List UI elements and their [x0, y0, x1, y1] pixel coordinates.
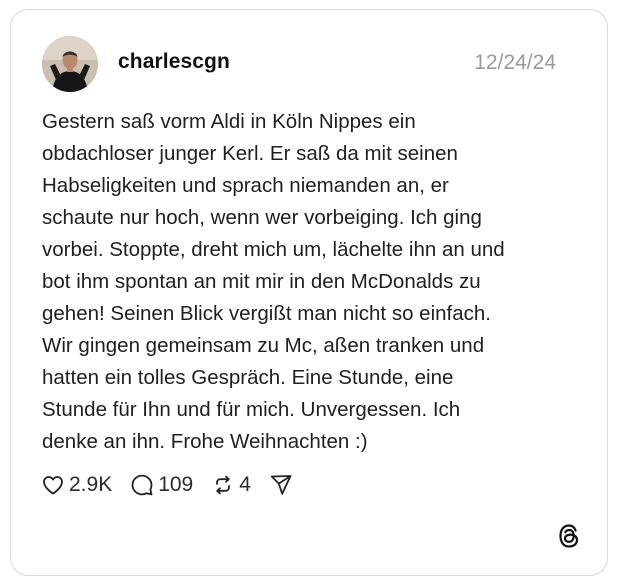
post-text-line: Gestern saß vorm Aldi in Köln Nippes ein: [42, 110, 416, 133]
repost-button[interactable]: 4: [211, 473, 251, 497]
post-text-line: schaute nur hoch, wenn wer vorbeiging. I…: [42, 206, 482, 229]
avatar-image: [42, 36, 98, 92]
post-text-line: gehen! Seinen Blick vergißt man nicht so…: [42, 302, 491, 325]
threads-logo-icon: [557, 523, 581, 549]
like-button[interactable]: 2.9K: [41, 473, 112, 497]
repost-icon: [211, 473, 235, 497]
post-text-line: obdachloser junger Kerl. Er saß da mit s…: [42, 142, 458, 165]
heart-icon: [41, 473, 65, 497]
send-icon: [269, 473, 293, 497]
post-date: 12/24/24: [474, 51, 556, 74]
action-bar: 2.9K 109 4: [41, 470, 311, 500]
reply-button[interactable]: 109: [130, 473, 193, 497]
username[interactable]: charlescgn: [118, 50, 230, 74]
share-button[interactable]: [269, 473, 293, 497]
post-text-line: Wir gingen gemeinsam zu Mc, aßen tranken…: [42, 334, 485, 357]
post-text-line: hatten ein tolles Gespräch. Eine Stunde,…: [42, 366, 454, 389]
repost-count: 4: [239, 473, 251, 496]
post-text-line: Habseligkeiten und sprach niemanden an, …: [42, 174, 449, 197]
post-text-line: denke an ihn. Frohe Weihnachten :): [42, 430, 368, 453]
post-card: charlescgn 12/24/24 Gestern saß vorm Ald…: [10, 9, 608, 576]
reply-count: 109: [158, 473, 194, 496]
like-count: 2.9K: [69, 473, 113, 496]
speech-bubble-icon: [130, 473, 154, 497]
post-text: Gestern saß vorm Aldi in Köln Nippes ein…: [42, 106, 572, 458]
post-text-line: bot ihm spontan an mit mir in den McDona…: [42, 270, 481, 293]
avatar[interactable]: [42, 36, 98, 92]
post-text-line: Stunde für Ihn und für mich. Unvergessen…: [42, 398, 461, 421]
post-text-line: vorbei. Stoppte, dreht mich um, lächelte…: [42, 238, 505, 261]
